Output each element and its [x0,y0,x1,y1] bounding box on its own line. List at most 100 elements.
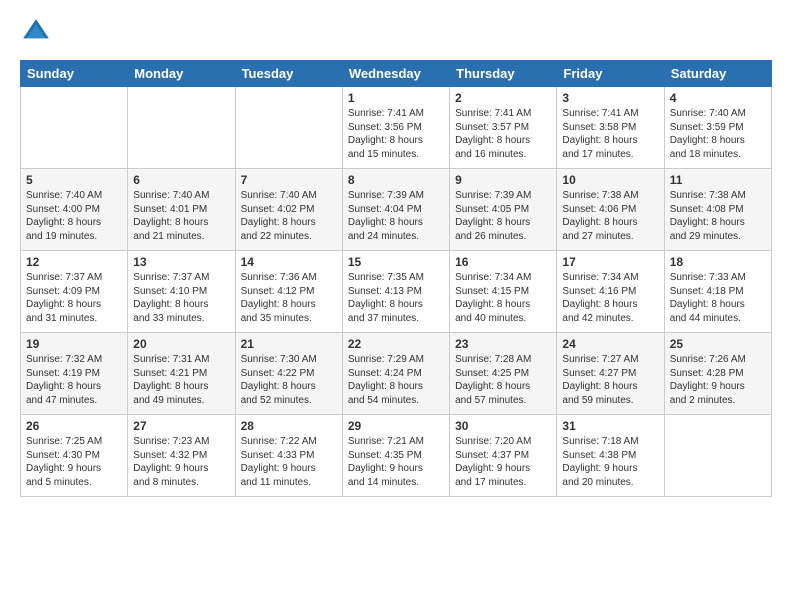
day-info: Sunrise: 7:41 AM Sunset: 3:57 PM Dayligh… [455,107,551,161]
day-cell [21,87,128,169]
day-info: Sunrise: 7:29 AM Sunset: 4:24 PM Dayligh… [348,353,444,407]
day-info: Sunrise: 7:39 AM Sunset: 4:05 PM Dayligh… [455,189,551,243]
weekday-header-wednesday: Wednesday [342,61,449,87]
weekday-header-monday: Monday [128,61,235,87]
day-number: 10 [562,173,658,187]
day-info: Sunrise: 7:40 AM Sunset: 4:02 PM Dayligh… [241,189,337,243]
day-info: Sunrise: 7:39 AM Sunset: 4:04 PM Dayligh… [348,189,444,243]
day-cell: 8 Sunrise: 7:39 AM Sunset: 4:04 PM Daylig… [342,169,449,251]
weekday-header-row: SundayMondayTuesdayWednesdayThursdayFrid… [21,61,772,87]
day-info: Sunrise: 7:36 AM Sunset: 4:12 PM Dayligh… [241,271,337,325]
day-info: Sunrise: 7:41 AM Sunset: 3:56 PM Dayligh… [348,107,444,161]
day-cell: 4 Sunrise: 7:40 AM Sunset: 3:59 PM Daylig… [664,87,771,169]
day-info: Sunrise: 7:21 AM Sunset: 4:35 PM Dayligh… [348,435,444,489]
day-number: 5 [26,173,122,187]
day-cell: 28 Sunrise: 7:22 AM Sunset: 4:33 PM Dayli… [235,415,342,497]
weekday-header-thursday: Thursday [450,61,557,87]
header [20,16,772,48]
weekday-header-friday: Friday [557,61,664,87]
day-info: Sunrise: 7:23 AM Sunset: 4:32 PM Dayligh… [133,435,229,489]
day-info: Sunrise: 7:41 AM Sunset: 3:58 PM Dayligh… [562,107,658,161]
day-number: 29 [348,419,444,433]
week-row-5: 26 Sunrise: 7:25 AM Sunset: 4:30 PM Dayli… [21,415,772,497]
day-cell: 16Sunrise: 7:34 AM Sunset: 4:15 PM Dayli… [450,251,557,333]
day-cell: 17 Sunrise: 7:34 AM Sunset: 4:16 PM Dayli… [557,251,664,333]
day-info: Sunrise: 7:34 AM Sunset: 4:15 PM Dayligh… [455,271,551,325]
week-row-2: 5Sunrise: 7:40 AM Sunset: 4:00 PM Daylig… [21,169,772,251]
weekday-header-saturday: Saturday [664,61,771,87]
day-info: Sunrise: 7:22 AM Sunset: 4:33 PM Dayligh… [241,435,337,489]
day-info: Sunrise: 7:34 AM Sunset: 4:16 PM Dayligh… [562,271,658,325]
day-number: 3 [562,91,658,105]
day-info: Sunrise: 7:27 AM Sunset: 4:27 PM Dayligh… [562,353,658,407]
day-number: 27 [133,419,229,433]
day-info: Sunrise: 7:26 AM Sunset: 4:28 PM Dayligh… [670,353,766,407]
day-info: Sunrise: 7:25 AM Sunset: 4:30 PM Dayligh… [26,435,122,489]
day-cell [664,415,771,497]
day-number: 28 [241,419,337,433]
day-number: 26 [26,419,122,433]
day-cell: 9 Sunrise: 7:39 AM Sunset: 4:05 PM Daylig… [450,169,557,251]
day-cell: 11 Sunrise: 7:38 AM Sunset: 4:08 PM Dayli… [664,169,771,251]
calendar-body: 1 Sunrise: 7:41 AM Sunset: 3:56 PM Daylig… [21,87,772,497]
day-cell: 13 Sunrise: 7:37 AM Sunset: 4:10 PM Dayli… [128,251,235,333]
day-number: 18 [670,255,766,269]
day-info: Sunrise: 7:20 AM Sunset: 4:37 PM Dayligh… [455,435,551,489]
day-cell: 30 Sunrise: 7:20 AM Sunset: 4:37 PM Dayli… [450,415,557,497]
day-info: Sunrise: 7:38 AM Sunset: 4:06 PM Dayligh… [562,189,658,243]
weekday-header-tuesday: Tuesday [235,61,342,87]
day-number: 13 [133,255,229,269]
day-cell: 19 Sunrise: 7:32 AM Sunset: 4:19 PM Dayli… [21,333,128,415]
day-number: 1 [348,91,444,105]
day-number: 9 [455,173,551,187]
logo [20,16,56,48]
weekday-header-sunday: Sunday [21,61,128,87]
day-number: 15 [348,255,444,269]
day-info: Sunrise: 7:32 AM Sunset: 4:19 PM Dayligh… [26,353,122,407]
calendar-header: SundayMondayTuesdayWednesdayThursdayFrid… [21,61,772,87]
day-cell: 27 Sunrise: 7:23 AM Sunset: 4:32 PM Dayli… [128,415,235,497]
day-cell [235,87,342,169]
day-info: Sunrise: 7:38 AM Sunset: 4:08 PM Dayligh… [670,189,766,243]
day-cell: 21Sunrise: 7:30 AM Sunset: 4:22 PM Dayli… [235,333,342,415]
day-number: 8 [348,173,444,187]
day-number: 21 [241,337,337,351]
day-cell: 14Sunrise: 7:36 AM Sunset: 4:12 PM Dayli… [235,251,342,333]
day-info: Sunrise: 7:31 AM Sunset: 4:21 PM Dayligh… [133,353,229,407]
day-number: 31 [562,419,658,433]
page: SundayMondayTuesdayWednesdayThursdayFrid… [0,0,792,612]
day-cell: 31 Sunrise: 7:18 AM Sunset: 4:38 PM Dayli… [557,415,664,497]
day-cell: 1 Sunrise: 7:41 AM Sunset: 3:56 PM Daylig… [342,87,449,169]
day-number: 19 [26,337,122,351]
day-info: Sunrise: 7:18 AM Sunset: 4:38 PM Dayligh… [562,435,658,489]
logo-icon [20,16,52,48]
day-number: 4 [670,91,766,105]
day-cell: 12Sunrise: 7:37 AM Sunset: 4:09 PM Dayli… [21,251,128,333]
day-cell [128,87,235,169]
week-row-3: 12Sunrise: 7:37 AM Sunset: 4:09 PM Dayli… [21,251,772,333]
day-number: 17 [562,255,658,269]
day-number: 7 [241,173,337,187]
day-info: Sunrise: 7:33 AM Sunset: 4:18 PM Dayligh… [670,271,766,325]
day-cell: 7 Sunrise: 7:40 AM Sunset: 4:02 PM Daylig… [235,169,342,251]
day-info: Sunrise: 7:40 AM Sunset: 3:59 PM Dayligh… [670,107,766,161]
day-cell: 25 Sunrise: 7:26 AM Sunset: 4:28 PM Dayli… [664,333,771,415]
day-cell: 2Sunrise: 7:41 AM Sunset: 3:57 PM Daylig… [450,87,557,169]
day-cell: 24Sunrise: 7:27 AM Sunset: 4:27 PM Dayli… [557,333,664,415]
day-cell: 15Sunrise: 7:35 AM Sunset: 4:13 PM Dayli… [342,251,449,333]
day-number: 30 [455,419,551,433]
day-number: 25 [670,337,766,351]
day-info: Sunrise: 7:37 AM Sunset: 4:09 PM Dayligh… [26,271,122,325]
day-cell: 18 Sunrise: 7:33 AM Sunset: 4:18 PM Dayli… [664,251,771,333]
day-info: Sunrise: 7:28 AM Sunset: 4:25 PM Dayligh… [455,353,551,407]
day-cell: 29 Sunrise: 7:21 AM Sunset: 4:35 PM Dayli… [342,415,449,497]
day-info: Sunrise: 7:37 AM Sunset: 4:10 PM Dayligh… [133,271,229,325]
week-row-4: 19 Sunrise: 7:32 AM Sunset: 4:19 PM Dayli… [21,333,772,415]
day-number: 20 [133,337,229,351]
day-number: 11 [670,173,766,187]
day-cell: 10 Sunrise: 7:38 AM Sunset: 4:06 PM Dayli… [557,169,664,251]
day-cell: 26 Sunrise: 7:25 AM Sunset: 4:30 PM Dayli… [21,415,128,497]
day-cell: 22Sunrise: 7:29 AM Sunset: 4:24 PM Dayli… [342,333,449,415]
day-cell: 23Sunrise: 7:28 AM Sunset: 4:25 PM Dayli… [450,333,557,415]
week-row-1: 1 Sunrise: 7:41 AM Sunset: 3:56 PM Daylig… [21,87,772,169]
